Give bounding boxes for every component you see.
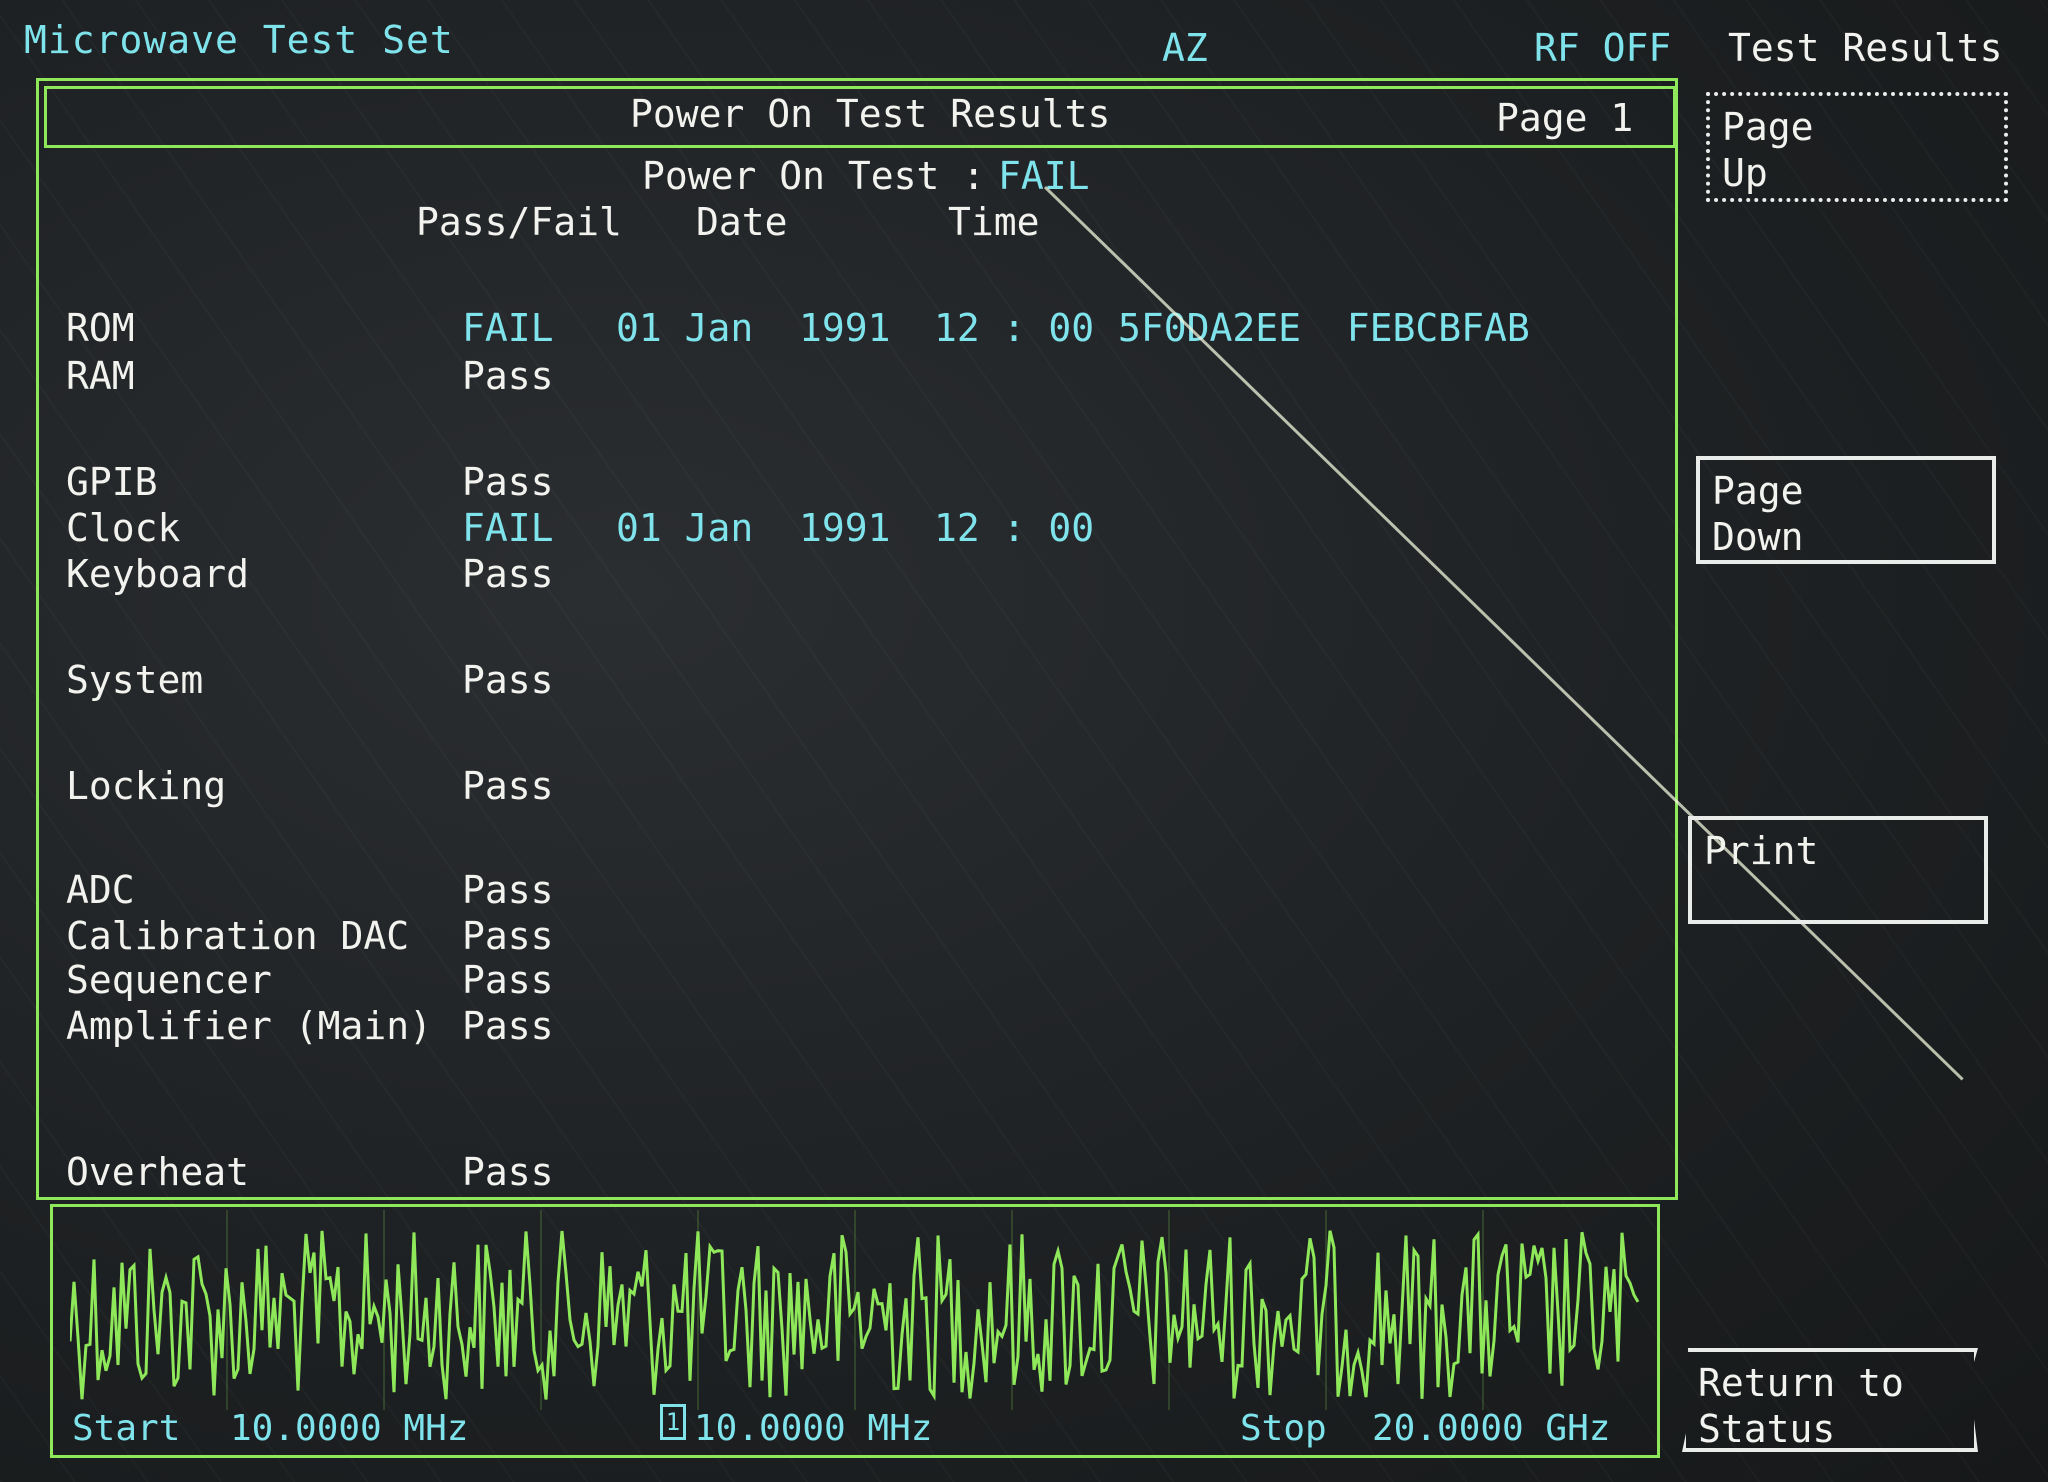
menu-title: Test Results bbox=[1728, 26, 2003, 70]
summary-label: Power On Test : bbox=[642, 154, 986, 198]
test-time: 12 : 00 bbox=[934, 506, 1095, 550]
return-to-status-softkey[interactable]: Return to Status bbox=[1682, 1348, 1978, 1452]
start-frequency: 10.0000 MHz bbox=[230, 1408, 469, 1449]
test-name: Calibration DAC bbox=[66, 914, 410, 958]
test-name: Overheat bbox=[66, 1150, 250, 1194]
test-name: Clock bbox=[66, 506, 181, 550]
auto-zero-indicator: AZ bbox=[1162, 26, 1208, 70]
test-name: Locking bbox=[66, 764, 227, 808]
test-status: Pass bbox=[462, 914, 554, 958]
test-name: Keyboard bbox=[66, 552, 250, 596]
test-name: Sequencer bbox=[66, 958, 272, 1002]
test-status: Pass bbox=[462, 1004, 554, 1048]
rf-status-indicator: RF OFF bbox=[1534, 26, 1672, 70]
test-status: Pass bbox=[462, 658, 554, 702]
test-date: 01 Jan 1991 bbox=[616, 306, 891, 350]
test-name: RAM bbox=[66, 354, 135, 398]
results-title: Power On Test Results bbox=[630, 92, 1111, 136]
test-name: ROM bbox=[66, 306, 135, 350]
test-status: FAIL bbox=[462, 506, 554, 550]
test-name: ADC bbox=[66, 868, 135, 912]
start-label: Start bbox=[72, 1408, 181, 1449]
test-status: Pass bbox=[462, 552, 554, 596]
stop-label: Stop bbox=[1240, 1408, 1327, 1449]
test-date: 01 Jan 1991 bbox=[616, 506, 891, 550]
marker-box-icon: 1 bbox=[660, 1404, 686, 1440]
instrument-title: Microwave Test Set bbox=[24, 18, 454, 62]
test-name: GPIB bbox=[66, 460, 158, 504]
test-name: System bbox=[66, 658, 204, 702]
page-up-label: Page Up bbox=[1722, 105, 1814, 195]
page-up-softkey[interactable]: Page Up bbox=[1706, 92, 2008, 202]
test-status: Pass bbox=[462, 460, 554, 504]
test-status: Pass bbox=[462, 868, 554, 912]
return-to-status-label: Return to Status bbox=[1698, 1361, 1904, 1451]
test-status: Pass bbox=[462, 958, 554, 1002]
test-name: Amplifier (Main) bbox=[66, 1004, 433, 1048]
page-down-softkey[interactable]: Page Down bbox=[1696, 456, 1996, 564]
stop-frequency: 20.0000 GHz bbox=[1372, 1408, 1611, 1449]
column-header-pass-fail: Pass/Fail bbox=[416, 200, 622, 244]
test-status: FAIL bbox=[462, 306, 554, 350]
test-time: 12 : 00 bbox=[934, 306, 1095, 350]
test-status: Pass bbox=[462, 1150, 554, 1194]
column-header-date: Date bbox=[696, 200, 788, 244]
print-label: Print bbox=[1704, 829, 1819, 873]
column-header-time: Time bbox=[948, 200, 1040, 244]
test-status: Pass bbox=[462, 764, 554, 808]
print-softkey[interactable]: Print bbox=[1688, 816, 1988, 924]
noise-trace bbox=[70, 1210, 1640, 1410]
summary-status: FAIL bbox=[998, 154, 1090, 198]
test-code: 5F0DA2EE FEBCBFAB bbox=[1118, 306, 1530, 350]
test-status: Pass bbox=[462, 354, 554, 398]
instrument-screen: Microwave Test Set AZ RF OFF Test Result… bbox=[0, 0, 2048, 1482]
marker-frequency: 10.0000 MHz bbox=[694, 1408, 933, 1449]
page-indicator: Page 1 bbox=[1496, 96, 1634, 140]
page-down-label: Page Down bbox=[1712, 469, 1804, 559]
